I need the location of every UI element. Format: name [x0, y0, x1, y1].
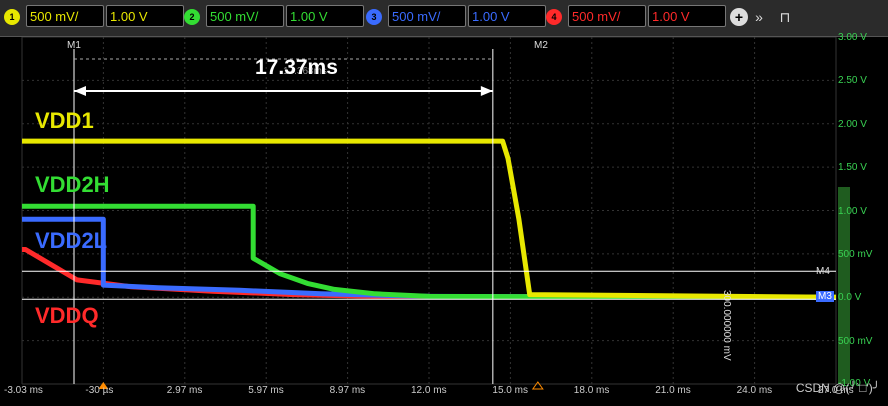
vdd1-label: VDD1 — [35, 108, 94, 133]
channel-4-group[interactable]: 4 500 mV/ 1.00 V — [546, 5, 758, 29]
channel-1-scale-field[interactable]: 500 mV/ — [26, 5, 104, 27]
y-tick-label: 3.00 V — [838, 32, 867, 43]
plus-circle-icon[interactable]: + — [730, 8, 748, 26]
x-tick-label: -30 µs — [85, 385, 114, 396]
channel-4-badge[interactable]: 4 — [546, 9, 562, 25]
scope-plot-area[interactable] — [0, 36, 888, 401]
double-chevron-right-icon[interactable]: » — [750, 8, 768, 26]
y-tick-label: 1.50 V — [838, 162, 867, 174]
channel-2-badge[interactable]: 2 — [184, 9, 200, 25]
marker-m3-label: M3 — [816, 291, 834, 302]
cursor-readout: 300.000000 mV — [721, 290, 732, 361]
channel-4-offset-field[interactable]: 1.00 V — [648, 5, 726, 27]
channel-2-offset-field[interactable]: 1.00 V — [286, 5, 364, 27]
delta-arrow-right-head — [480, 86, 493, 96]
delta-arrow-left-head — [74, 86, 86, 96]
y-tick-label: 1.00 V — [838, 205, 867, 217]
vdd2l-label: VDD2L — [35, 228, 108, 253]
waveform-display[interactable] — [0, 36, 888, 401]
x-tick-label: -3.03 ms — [4, 385, 43, 396]
x-tick-label: 12.0 ms — [411, 385, 447, 396]
marker-m4-label: M4 — [816, 266, 830, 277]
channel-toolbar: 1 500 mV/ 1.00 V 2 500 mV/ 1.00 V 3 500 … — [0, 0, 888, 37]
channel-2-scale-field[interactable]: 500 mV/ — [206, 5, 284, 27]
delta-measurement-label: 17.37ms — [255, 56, 338, 79]
vdd2h-label: VDD2H — [35, 172, 110, 197]
channel-3-scale-field[interactable]: 500 mV/ — [388, 5, 466, 27]
y-tick-label: 500 mV — [838, 335, 873, 347]
watermark: CSDN @(╯‵□′)╯ — [795, 381, 880, 395]
channel-1-offset-field[interactable]: 1.00 V — [106, 5, 184, 27]
x-tick-label: 15.0 ms — [492, 385, 528, 396]
y-tick-label: 2.00 V — [838, 118, 867, 130]
x-tick-label: 18.0 ms — [573, 385, 610, 396]
marker-m1-label: M1 — [67, 40, 81, 51]
channel-2-group[interactable]: 2 500 mV/ 1.00 V — [184, 5, 396, 29]
vddq-label: VDDQ — [35, 303, 99, 328]
channel-1-badge[interactable]: 1 — [4, 9, 20, 25]
trigger-marker-right — [531, 381, 544, 390]
channel-3-badge[interactable]: 3 — [366, 9, 382, 25]
x-tick-label: 24.0 ms — [736, 385, 773, 396]
y-tick-label: 0.0 V — [838, 292, 862, 304]
channel-2-range-bar — [838, 187, 850, 384]
marker-m2-label: M2 — [534, 40, 548, 51]
y-tick-label: 500 mV — [838, 248, 873, 260]
x-tick-label: 8.97 ms — [329, 385, 366, 396]
pin-icon[interactable]: ⊓ — [776, 8, 794, 26]
y-tick-label: 2.50 V — [838, 75, 867, 87]
x-tick-label: 2.97 ms — [166, 385, 203, 396]
channel-4-scale-field[interactable]: 500 mV/ — [568, 5, 646, 27]
x-tick-label: 21.0 ms — [655, 385, 691, 396]
channel-3-offset-field[interactable]: 1.00 V — [468, 5, 546, 27]
x-tick-label: 5.97 ms — [248, 385, 284, 396]
